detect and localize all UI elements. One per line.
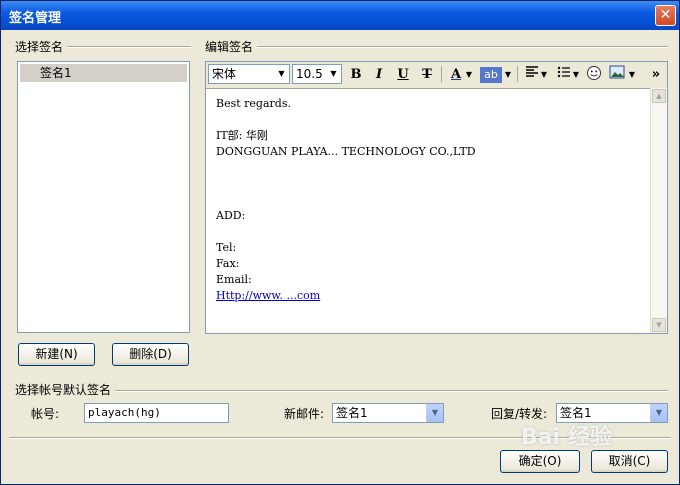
ok-button[interactable]: 确定(O) <box>500 450 580 473</box>
signature-list[interactable]: 签名1 <box>17 61 190 333</box>
signature-line: Email: <box>216 273 252 286</box>
underline-button[interactable]: U <box>393 65 413 85</box>
chevron-down-icon[interactable]: ▼ <box>627 65 637 85</box>
chevron-down-icon[interactable]: ▼ <box>464 65 474 85</box>
cancel-button[interactable]: 取消(C) <box>591 450 668 473</box>
more-tools-icon[interactable]: » <box>646 65 666 85</box>
new-mail-signature-value: 签名1 <box>336 406 368 420</box>
signature-line <box>216 192 646 208</box>
image-icon[interactable] <box>607 65 627 85</box>
new-mail-label: 新邮件: <box>284 407 325 421</box>
chevron-down-icon[interactable]: ▼ <box>503 65 513 85</box>
signature-line <box>216 224 646 240</box>
signature-line: Fax: <box>216 257 240 270</box>
chevron-down-icon[interactable]: ▼ <box>571 65 581 85</box>
emoticon-icon[interactable] <box>584 65 604 85</box>
chevron-down-icon[interactable]: ▼ <box>426 404 443 422</box>
group-divider <box>205 46 668 48</box>
list-item[interactable]: 签名1 <box>20 64 187 82</box>
bold-button[interactable]: B <box>346 65 366 85</box>
delete-signature-button[interactable]: 删除(D) <box>112 343 189 366</box>
account-label: 帐号: <box>31 407 60 421</box>
title-bar[interactable]: 签名管理 ✕ <box>1 1 679 30</box>
watermark: Bai 经验 <box>521 425 612 450</box>
chevron-down-icon[interactable]: ▼ <box>650 404 667 422</box>
italic-button[interactable]: I <box>369 65 389 85</box>
signature-line: Best regards. <box>216 97 291 110</box>
font-size-select[interactable]: 10.5 ▼ <box>292 64 342 84</box>
new-signature-button[interactable]: 新建(N) <box>18 343 95 366</box>
reply-signature-value: 签名1 <box>560 406 592 420</box>
signature-line: ADD: <box>216 209 246 222</box>
signature-line <box>216 112 646 128</box>
edit-signature-label: 编辑签名 <box>205 38 258 55</box>
new-mail-signature-select[interactable]: 签名1 ▼ <box>332 403 444 423</box>
signature-line: DONGGUAN PLAYA... TECHNOLOGY CO.,LTD <box>216 145 476 158</box>
account-field[interactable]: playach(hg) <box>84 403 229 423</box>
format-toolbar: 宋体 ▼ 10.5 ▼ B I U T A ▼ ab ▼ ▼ ▼ ▼ » <box>206 62 667 89</box>
chevron-down-icon[interactable]: ▼ <box>539 65 549 85</box>
signature-line: Tel: <box>216 241 237 254</box>
toolbar-separator <box>517 66 518 82</box>
window-title: 签名管理 <box>9 11 62 26</box>
signature-line: IT部: 华刚 <box>216 129 268 142</box>
close-icon[interactable]: ✕ <box>655 5 676 26</box>
scroll-down-icon[interactable]: ▼ <box>652 318 666 332</box>
font-name-select[interactable]: 宋体 ▼ <box>208 64 290 84</box>
signature-manager-dialog: 签名管理 ✕ 选择签名 签名1 新建(N) 删除(D) 编辑签名 宋体 ▼ 10… <box>0 0 680 485</box>
signature-line <box>216 176 646 192</box>
editor-scrollbar[interactable]: ▲ ▼ <box>650 88 667 333</box>
select-signature-label: 选择签名 <box>15 38 68 55</box>
strikethrough-button[interactable]: T <box>417 65 437 85</box>
scroll-up-icon[interactable]: ▲ <box>652 89 666 103</box>
signature-editor[interactable]: 宋体 ▼ 10.5 ▼ B I U T A ▼ ab ▼ ▼ ▼ ▼ » Bes… <box>205 61 668 334</box>
chevron-down-icon: ▼ <box>330 69 337 78</box>
signature-link[interactable]: Http://www. ...com <box>216 288 646 304</box>
chevron-down-icon: ▼ <box>278 69 285 78</box>
default-signature-label: 选择帐号默认签名 <box>15 381 116 398</box>
font-color-button[interactable]: A <box>446 65 466 85</box>
signature-content[interactable]: Best regards. IT部: 华刚 DONGGUAN PLAYA... … <box>216 96 646 304</box>
toolbar-separator <box>441 66 442 82</box>
font-size-value: 10.5 <box>296 67 323 81</box>
signature-line <box>216 160 646 176</box>
font-name-value: 宋体 <box>212 67 237 81</box>
highlight-button[interactable]: ab <box>480 67 502 83</box>
